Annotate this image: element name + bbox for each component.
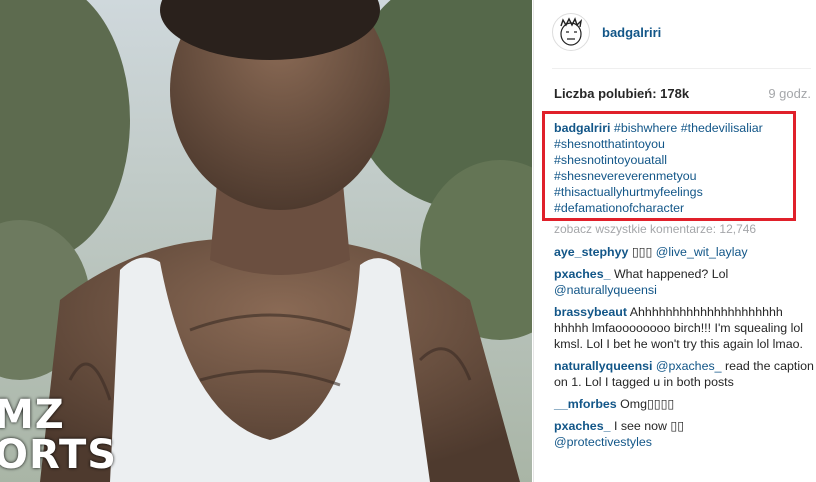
likes-row: Liczba polubień: 178k 9 godz. [554, 86, 811, 101]
post-caption: badgalriri #bishwhere #thedevilisaliar #… [554, 120, 794, 216]
video-frame [0, 0, 532, 482]
post-header: badgalriri [552, 12, 661, 52]
comment-item: naturallyqueensi @pxaches_ read the capt… [554, 358, 816, 390]
comment-username[interactable]: naturallyqueensi [554, 359, 652, 373]
hashtag[interactable]: #shesnotintoyouatall [554, 153, 667, 167]
hashtag[interactable]: #defamationofcharacter [554, 201, 684, 215]
comment-text: What happened? Lol [613, 267, 729, 281]
hashtag[interactable]: #shesnotthatintoyou [554, 137, 665, 151]
comment-text: ▯▯▯ [631, 245, 653, 259]
comment-item: brassybeaut Ahhhhhhhhhhhhhhhhhhhhh hhhhh… [554, 304, 816, 352]
view-all-comments-link[interactable]: zobacz wszystkie komentarze: 12,746 [554, 222, 756, 236]
likes-count[interactable]: Liczba polubień: 178k [554, 86, 689, 101]
avatar[interactable] [552, 13, 590, 51]
comment-mention[interactable]: @naturallyqueensi [554, 283, 657, 297]
comment-text: I see now ▯▯ [613, 419, 685, 433]
comment-item: pxaches_ What happened? Lol @naturallyqu… [554, 266, 816, 298]
comment-item: pxaches_ I see now ▯▯ @protectivestyles [554, 418, 816, 450]
post-time[interactable]: 9 godz. [768, 86, 811, 101]
comment-username[interactable]: pxaches_ [554, 419, 610, 433]
hashtag[interactable]: #shesnevereverenmetyou [554, 169, 697, 183]
hashtag[interactable]: #thisactuallyhurtmyfeelings [554, 185, 703, 199]
hashtag[interactable]: #thedevilisaliar [681, 121, 763, 135]
hashtag[interactable]: #bishwhere [614, 121, 677, 135]
comment-text: Omg▯▯▯▯ [620, 397, 675, 411]
header-divider [552, 68, 811, 69]
caption-username[interactable]: badgalriri [554, 121, 610, 135]
comment-username[interactable]: aye_stephyy [554, 245, 628, 259]
comment-mention[interactable]: @live_wit_laylay [656, 245, 748, 259]
comment-mention[interactable]: @pxaches_ [656, 359, 722, 373]
comment-item: aye_stephyy ▯▯▯ @live_wit_laylay [554, 244, 816, 260]
comment-username[interactable]: pxaches_ [554, 267, 610, 281]
post-side-panel: badgalriri Liczba polubień: 178k 9 godz.… [533, 0, 816, 482]
watermark-line2: ORTS [0, 432, 118, 478]
avatar-icon [554, 15, 588, 49]
comment-username[interactable]: __mforbes [554, 397, 617, 411]
comment-item: __mforbes Omg▯▯▯▯ [554, 396, 816, 412]
comment-username[interactable]: brassybeaut [554, 305, 627, 319]
post-video[interactable]: MZ ORTS [0, 0, 532, 482]
post-author-username[interactable]: badgalriri [602, 25, 661, 40]
comment-mention[interactable]: @protectivestyles [554, 435, 652, 449]
comments-list: aye_stephyy ▯▯▯ @live_wit_laylay pxaches… [554, 244, 816, 456]
